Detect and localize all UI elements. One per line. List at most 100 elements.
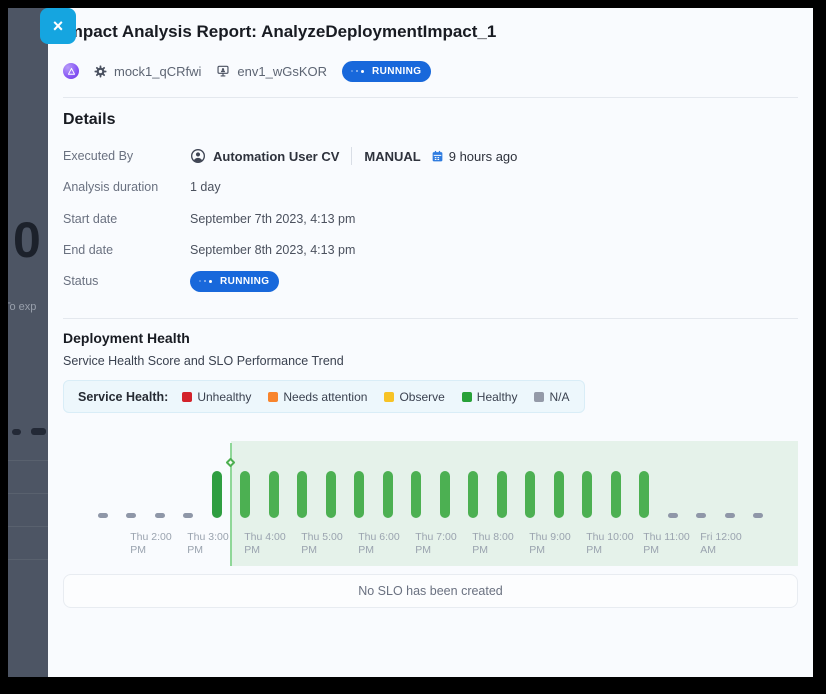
gear-icon	[94, 65, 107, 78]
x-axis-label: Thu 5:00PM	[301, 531, 363, 557]
detail-row-status: Status RUNNING	[63, 269, 798, 293]
health-bar-healthy[interactable]	[383, 471, 393, 518]
impact-report-drawer: Impact Analysis Report: AnalyzeDeploymen…	[48, 8, 813, 677]
status-badge-label: RUNNING	[220, 276, 269, 287]
health-bar-healthy[interactable]	[240, 471, 250, 518]
health-bar-healthy[interactable]	[497, 471, 507, 518]
health-bar-healthy[interactable]	[525, 471, 535, 518]
detail-label: Start date	[63, 212, 190, 226]
health-bar-healthy[interactable]	[440, 471, 450, 518]
deployment-health-heading: Deployment Health	[63, 330, 190, 346]
status-badge: RUNNING	[342, 61, 431, 82]
deployment-health-subtitle: Service Health Score and SLO Performance…	[63, 354, 344, 368]
x-axis-label: Fri 12:00AM	[700, 531, 762, 557]
x-axis-label: Thu 7:00PM	[415, 531, 477, 557]
details-heading: Details	[63, 111, 115, 129]
health-bar-healthy[interactable]	[411, 471, 421, 518]
x-axis-label: Thu 2:00PM	[130, 531, 192, 557]
detail-row-start-date: Start date September 7th 2023, 4:13 pm	[63, 207, 798, 231]
close-icon: ×	[53, 16, 64, 37]
screen: 0 To exp × Impact Analysis Report: Analy…	[8, 8, 813, 677]
detail-row-executed-by: Executed By Automation User CV MANUAL	[63, 144, 798, 168]
legend-item: Healthy	[462, 390, 518, 404]
legend-item: Observe	[384, 390, 444, 404]
legend-item: N/A	[534, 390, 569, 404]
detail-row-duration: Analysis duration 1 day	[63, 175, 798, 199]
health-bar-healthy[interactable]	[354, 471, 364, 518]
trigger-type: MANUAL	[364, 149, 420, 164]
health-bar-healthy[interactable]	[326, 471, 336, 518]
background-shape	[31, 428, 46, 435]
report-meta-row: mock1_qCRfwi env1_wGsKOR RUNNING	[63, 59, 431, 83]
app-avatar-icon	[63, 63, 79, 79]
legend-label: Unhealthy	[197, 390, 251, 404]
running-dots-icon	[351, 70, 367, 73]
health-bar-healthy[interactable]	[212, 471, 222, 518]
detail-row-end-date: End date September 8th 2023, 4:13 pm	[63, 238, 798, 262]
detail-label: Analysis duration	[63, 180, 190, 194]
x-axis-label: Thu 11:00PM	[643, 531, 705, 557]
user-icon	[190, 148, 206, 164]
page-overlay-backdrop: 0 To exp	[8, 8, 48, 677]
health-bar-na[interactable]	[98, 513, 108, 518]
close-drawer-button[interactable]: ×	[40, 8, 76, 44]
health-bar-na[interactable]	[696, 513, 706, 518]
environment-icon	[216, 64, 230, 78]
health-bar-na[interactable]	[183, 513, 193, 518]
x-axis-label: Thu 9:00PM	[529, 531, 591, 557]
health-bar-healthy[interactable]	[269, 471, 279, 518]
no-slo-message: No SLO has been created	[358, 584, 503, 598]
health-bar-na[interactable]	[753, 513, 763, 518]
background-metric-number: 0	[13, 211, 40, 269]
legend-swatch-icon	[534, 392, 544, 402]
status-badge: RUNNING	[190, 271, 279, 292]
legend-label: N/A	[549, 390, 569, 404]
executed-by-user: Automation User CV	[213, 149, 339, 164]
service-health-legend: Service Health: UnhealthyNeeds attention…	[63, 380, 585, 413]
detail-label: Executed By	[63, 149, 190, 163]
environment-label: env1_wGsKOR	[237, 64, 327, 79]
background-row-divider	[8, 559, 48, 560]
detail-label: Status	[63, 274, 190, 288]
x-axis-label: Thu 8:00PM	[472, 531, 534, 557]
legend-swatch-icon	[268, 392, 278, 402]
calendar-icon	[431, 150, 444, 163]
start-date-value: September 7th 2023, 4:13 pm	[190, 212, 355, 226]
executed-time-ago: 9 hours ago	[449, 149, 518, 164]
background-shape	[12, 429, 21, 435]
health-bar-healthy[interactable]	[554, 471, 564, 518]
legend-item: Unhealthy	[182, 390, 251, 404]
section-divider	[63, 318, 798, 319]
vertical-separator	[351, 147, 352, 165]
legend-label: Healthy	[477, 390, 518, 404]
legend-label: Needs attention	[283, 390, 367, 404]
health-chart: Thu 2:00PMThu 3:00PMThu 4:00PMThu 5:00PM…	[63, 428, 798, 566]
report-title: Impact Analysis Report: AnalyzeDeploymen…	[63, 22, 496, 42]
legend-swatch-icon	[462, 392, 472, 402]
x-axis-label: Thu 6:00PM	[358, 531, 420, 557]
legend-item: Needs attention	[268, 390, 367, 404]
health-bar-na[interactable]	[126, 513, 136, 518]
no-slo-message-box: No SLO has been created	[63, 574, 798, 608]
health-bar-na[interactable]	[668, 513, 678, 518]
running-dots-icon	[199, 280, 215, 283]
health-bar-na[interactable]	[725, 513, 735, 518]
health-bar-healthy[interactable]	[297, 471, 307, 518]
x-axis-label: Thu 10:00PM	[586, 531, 648, 557]
health-bar-healthy[interactable]	[582, 471, 592, 518]
detail-label: End date	[63, 243, 190, 257]
health-bar-healthy[interactable]	[468, 471, 478, 518]
legend-label: Observe	[399, 390, 444, 404]
background-row-divider	[8, 460, 48, 461]
health-bar-na[interactable]	[155, 513, 165, 518]
health-bar-healthy[interactable]	[639, 471, 649, 518]
background-row-divider	[8, 493, 48, 494]
health-bar-healthy[interactable]	[611, 471, 621, 518]
background-row-divider	[8, 526, 48, 527]
analysis-duration-value: 1 day	[190, 180, 221, 194]
background-partial-text: To exp	[8, 301, 36, 313]
legend-swatch-icon	[384, 392, 394, 402]
header-divider	[63, 97, 798, 98]
legend-swatch-icon	[182, 392, 192, 402]
x-axis-label: Thu 3:00PM	[187, 531, 249, 557]
